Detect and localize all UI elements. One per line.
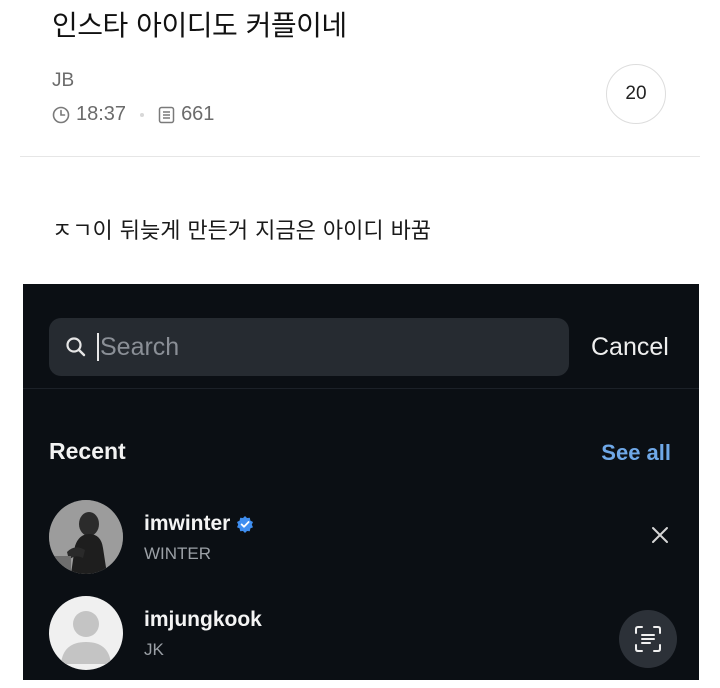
username[interactable]: imwinter [144, 512, 254, 536]
verified-badge-icon [236, 515, 254, 533]
username-text: imjungkook [144, 608, 262, 631]
post-time: 18:37 [76, 103, 127, 125]
clock-icon [52, 106, 70, 124]
full-name: WINTER [144, 544, 212, 563]
text-scan-icon [633, 624, 663, 654]
recent-heading: Recent [49, 438, 126, 464]
post-meta: 18:37 661 [52, 103, 214, 126]
embedded-screenshot: Cancel Recent See all imwinter [23, 284, 699, 680]
recent-item[interactable]: imjungkook JK [49, 596, 673, 672]
comment-count-button[interactable]: 20 [606, 64, 666, 124]
text-scan-button[interactable] [619, 610, 677, 668]
search-divider [23, 388, 699, 389]
username-text: imwinter [144, 512, 231, 535]
cancel-button[interactable]: Cancel [591, 333, 669, 362]
document-icon [158, 106, 175, 124]
see-all-link[interactable]: See all [601, 440, 671, 466]
close-icon[interactable] [649, 524, 671, 546]
full-name: JK [144, 640, 164, 659]
recent-item[interactable]: imwinter WINTER [49, 500, 673, 576]
post-page: 인스타 아이디도 커플이네 JB 18:37 661 20 ㅈㄱ이 뒤늦게 만든… [0, 0, 720, 688]
header-divider [20, 156, 700, 157]
post-title: 인스타 아이디도 커플이네 [52, 9, 347, 42]
view-count: 661 [181, 103, 215, 125]
avatar[interactable] [49, 500, 123, 574]
text-cursor [97, 333, 99, 361]
post-body-text: ㅈㄱ이 뒤늦게 만든거 지금은 아이디 바꿈 [52, 219, 432, 244]
search-field[interactable] [49, 318, 569, 376]
username[interactable]: imjungkook [144, 608, 262, 632]
search-icon [65, 336, 87, 358]
meta-separator [140, 112, 145, 117]
search-input[interactable] [100, 332, 480, 362]
author-name[interactable]: JB [52, 70, 74, 92]
avatar[interactable] [49, 596, 123, 670]
